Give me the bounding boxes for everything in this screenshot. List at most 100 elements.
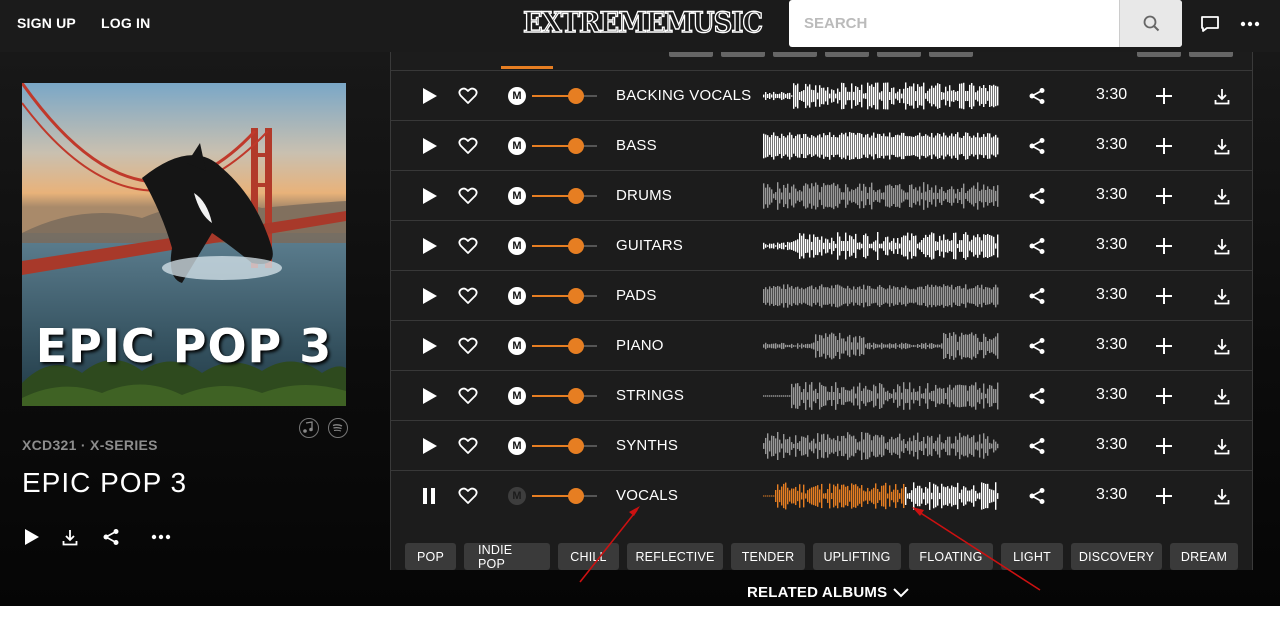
signup-link[interactable]: SIGN UP — [17, 15, 76, 31]
search-input[interactable] — [789, 0, 1119, 47]
pause-button[interactable] — [418, 485, 440, 507]
favorite-button[interactable] — [457, 385, 479, 407]
share-button[interactable] — [1026, 85, 1048, 107]
waveform[interactable] — [763, 430, 999, 462]
favorite-button[interactable] — [457, 335, 479, 357]
list-tab[interactable] — [825, 52, 869, 57]
play-button[interactable] — [418, 435, 440, 457]
volume-knob[interactable] — [567, 388, 584, 404]
share-button[interactable] — [1026, 135, 1048, 157]
download-button[interactable] — [1211, 235, 1233, 257]
tag-button[interactable]: INDIE POP — [464, 543, 550, 571]
list-tab[interactable] — [721, 52, 765, 57]
volume-knob[interactable] — [567, 188, 584, 204]
play-button[interactable] — [418, 235, 440, 257]
album-play-button[interactable] — [20, 527, 42, 547]
volume-slider[interactable] — [532, 338, 597, 354]
waveform[interactable] — [763, 230, 999, 262]
favorite-button[interactable] — [457, 85, 479, 107]
volume-knob[interactable] — [567, 138, 584, 154]
track-row[interactable]: M PADS 3:30 — [391, 270, 1252, 320]
favorite-button[interactable] — [457, 135, 479, 157]
track-row[interactable]: M DRUMS 3:30 — [391, 170, 1252, 220]
tag-button[interactable]: UPLIFTING — [813, 543, 901, 570]
list-tab[interactable] — [877, 52, 921, 57]
list-tab[interactable] — [929, 52, 973, 57]
volume-slider[interactable] — [532, 138, 597, 154]
list-tab[interactable] — [1137, 52, 1181, 57]
tag-button[interactable]: DISCOVERY — [1071, 543, 1162, 570]
volume-slider[interactable] — [532, 88, 597, 104]
volume-slider[interactable] — [532, 438, 597, 454]
add-to-playlist-button[interactable] — [1153, 235, 1175, 257]
download-button[interactable] — [1211, 435, 1233, 457]
download-button[interactable] — [1211, 485, 1233, 507]
favorite-button[interactable] — [457, 285, 479, 307]
related-albums-toggle[interactable]: RELATED ALBUMS — [747, 584, 910, 601]
list-tab[interactable] — [669, 52, 713, 57]
volume-knob[interactable] — [567, 288, 584, 304]
waveform[interactable] — [763, 130, 999, 162]
add-to-playlist-button[interactable] — [1153, 185, 1175, 207]
favorite-button[interactable] — [457, 235, 479, 257]
download-button[interactable] — [1211, 135, 1233, 157]
album-share-button[interactable] — [100, 527, 122, 547]
download-button[interactable] — [1211, 185, 1233, 207]
add-to-playlist-button[interactable] — [1153, 385, 1175, 407]
waveform[interactable] — [763, 80, 999, 112]
mute-toggle[interactable]: M — [508, 487, 526, 505]
track-row[interactable]: M STRINGS 3:30 — [391, 370, 1252, 420]
play-button[interactable] — [418, 185, 440, 207]
favorite-button[interactable] — [457, 185, 479, 207]
volume-knob[interactable] — [567, 338, 584, 354]
share-button[interactable] — [1026, 385, 1048, 407]
volume-knob[interactable] — [567, 88, 584, 104]
favorite-button[interactable] — [457, 485, 479, 507]
track-row[interactable]: M SYNTHS 3:30 — [391, 420, 1252, 470]
track-row[interactable]: M BACKING VOCALS 3:30 — [391, 70, 1252, 120]
volume-slider[interactable] — [532, 488, 597, 504]
play-button[interactable] — [418, 135, 440, 157]
share-button[interactable] — [1026, 485, 1048, 507]
waveform[interactable] — [763, 480, 999, 512]
share-button[interactable] — [1026, 335, 1048, 357]
tag-button[interactable]: POP — [405, 543, 456, 570]
chat-button[interactable] — [1197, 12, 1223, 36]
tag-button[interactable]: DREAM — [1170, 543, 1238, 570]
track-row[interactable]: M GUITARS 3:30 — [391, 220, 1252, 270]
search-button[interactable] — [1119, 0, 1182, 47]
volume-slider[interactable] — [532, 238, 597, 254]
download-button[interactable] — [1211, 85, 1233, 107]
volume-knob[interactable] — [567, 438, 584, 454]
mute-toggle[interactable]: M — [508, 437, 526, 455]
volume-slider[interactable] — [532, 388, 597, 404]
album-download-button[interactable] — [59, 527, 81, 547]
share-button[interactable] — [1026, 185, 1048, 207]
mute-toggle[interactable]: M — [508, 237, 526, 255]
track-row[interactable]: M PIANO 3:30 — [391, 320, 1252, 370]
waveform[interactable] — [763, 280, 999, 312]
track-row[interactable]: M VOCALS 3:30 — [391, 470, 1252, 520]
apple-music-link[interactable] — [299, 418, 319, 438]
spotify-link[interactable] — [328, 418, 348, 438]
volume-slider[interactable] — [532, 188, 597, 204]
tag-button[interactable]: CHILL — [558, 543, 619, 570]
more-menu-button[interactable] — [1237, 12, 1263, 36]
brand-logo[interactable]: EXTREMEMUSIC — [522, 5, 763, 39]
mute-toggle[interactable]: M — [508, 137, 526, 155]
mute-toggle[interactable]: M — [508, 87, 526, 105]
play-button[interactable] — [418, 85, 440, 107]
waveform[interactable] — [763, 180, 999, 212]
volume-knob[interactable] — [567, 488, 584, 504]
download-button[interactable] — [1211, 285, 1233, 307]
mute-toggle[interactable]: M — [508, 337, 526, 355]
tag-button[interactable]: FLOATING — [909, 543, 993, 570]
waveform[interactable] — [763, 380, 999, 412]
favorite-button[interactable] — [457, 435, 479, 457]
mute-toggle[interactable]: M — [508, 287, 526, 305]
add-to-playlist-button[interactable] — [1153, 335, 1175, 357]
tag-button[interactable]: LIGHT — [1001, 543, 1063, 570]
list-tab[interactable] — [1189, 52, 1233, 57]
waveform[interactable] — [763, 330, 999, 362]
volume-slider[interactable] — [532, 288, 597, 304]
